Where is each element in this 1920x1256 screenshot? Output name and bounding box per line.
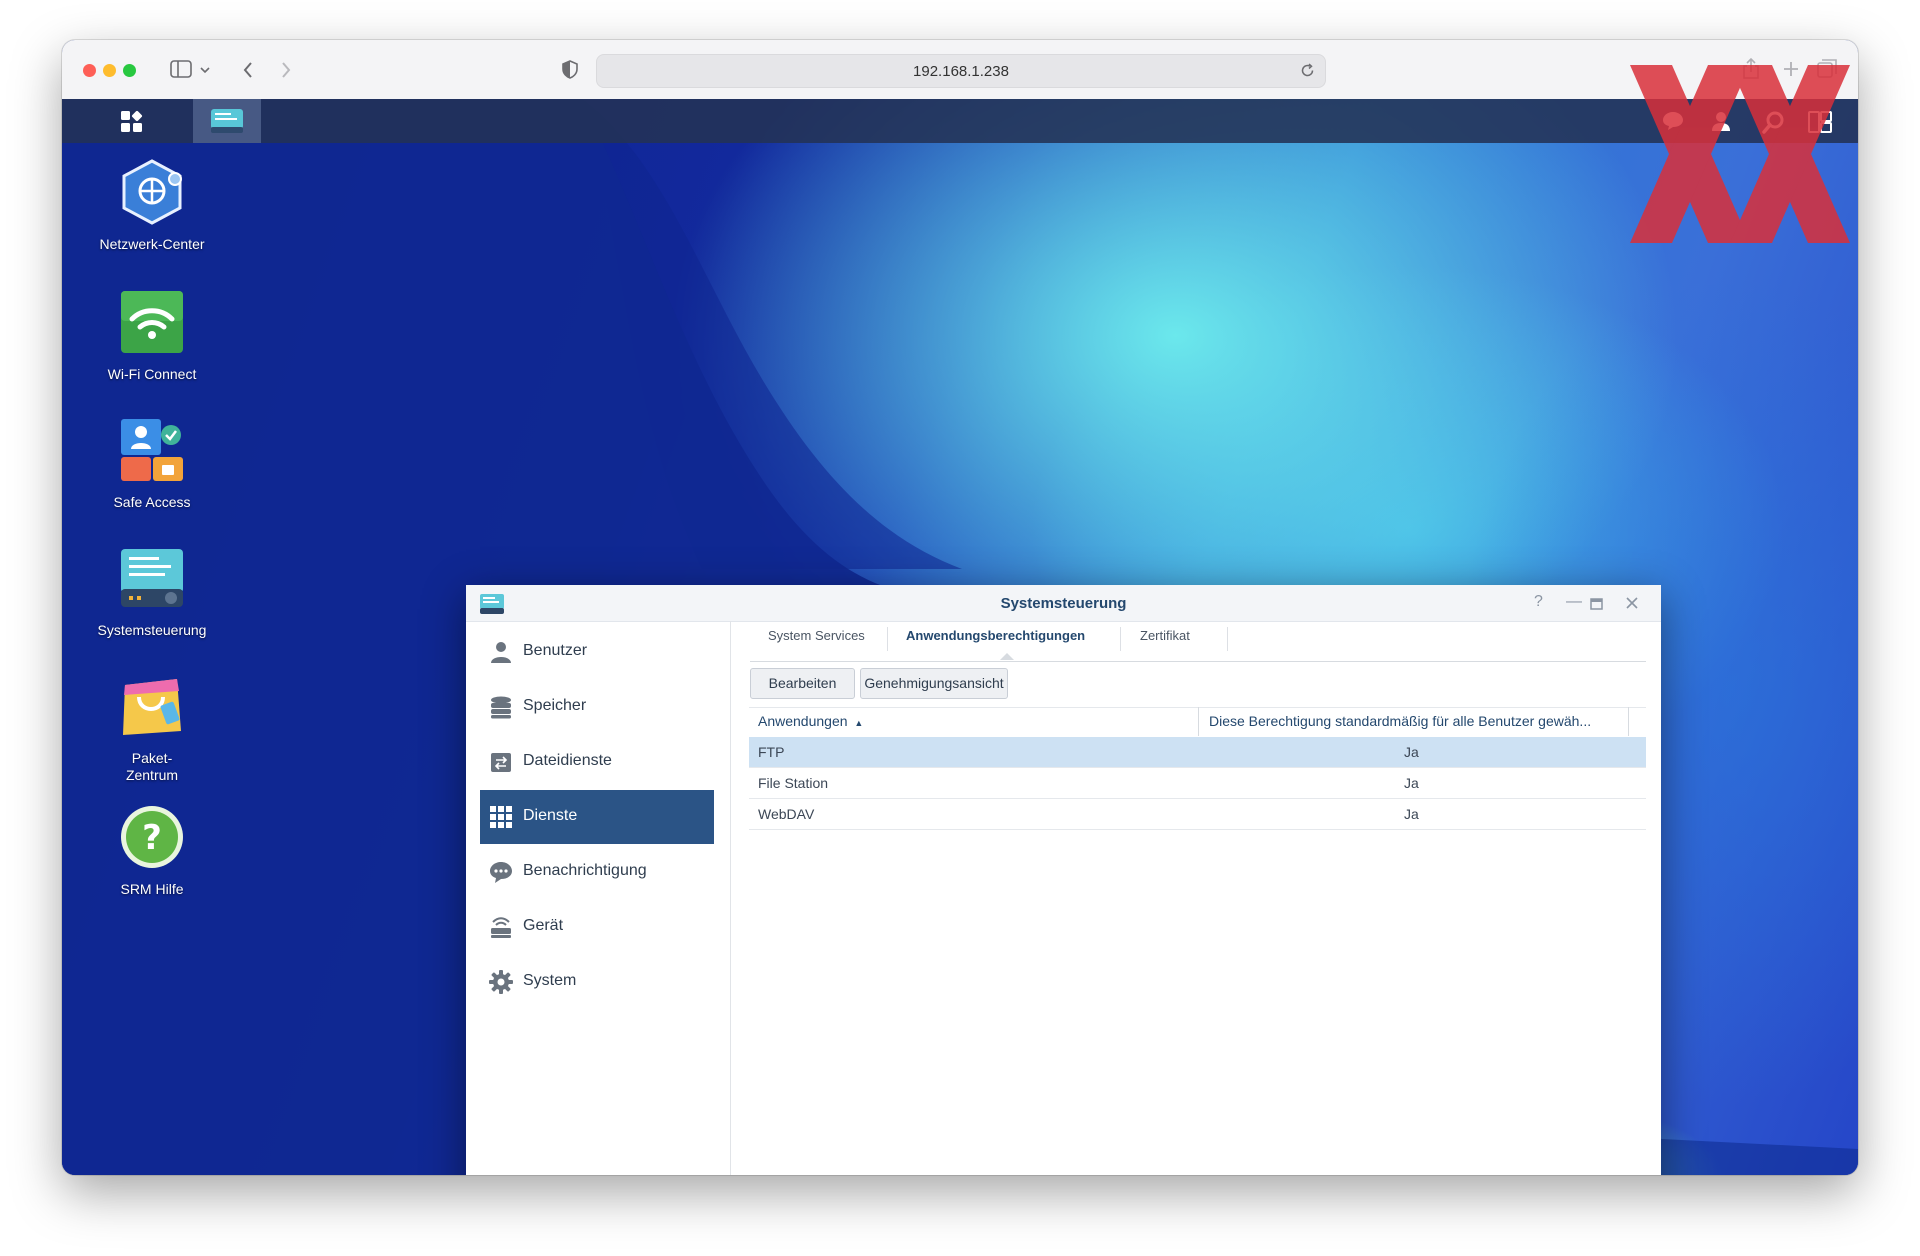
desktop-icon-safe-access[interactable]: Safe Access [87, 417, 217, 511]
sidebar-item-label: Benachrichtigung [523, 862, 647, 879]
control-panel-icon [121, 549, 183, 607]
tab-divider [1227, 627, 1228, 651]
gear-icon [489, 970, 513, 994]
desktop-icon-wifi-connect[interactable]: Wi-Fi Connect [87, 289, 217, 383]
sidebar-item-speicher[interactable]: Speicher [480, 680, 714, 734]
address-text: 192.168.1.238 [913, 63, 1009, 80]
zoom-window-button[interactable] [123, 64, 136, 77]
router-icon [491, 917, 511, 938]
column-divider [1198, 707, 1199, 736]
taskbar-systemsteuerung-button[interactable] [193, 99, 261, 143]
sidebar-item-dateidienste[interactable]: Dateidienste [480, 735, 714, 789]
sidebar-item-dienste[interactable]: Dienste [480, 790, 714, 844]
services-grid-icon [490, 806, 512, 828]
column-divider [1628, 707, 1629, 736]
tab-zertifikat[interactable]: Zertifikat [1122, 621, 1208, 660]
table-row[interactable]: WebDAV Ja [749, 799, 1646, 830]
tab-divider [1120, 627, 1121, 651]
edit-button[interactable]: Bearbeiten [750, 668, 855, 699]
sidebar-item-benutzer[interactable]: Benutzer [480, 625, 714, 679]
column-header-label: Anwendungen [758, 713, 848, 729]
systemsteuerung-window: Systemsteuerung ? — Benutzer Speicher Da… [466, 585, 1661, 1175]
wifi-icon [121, 291, 183, 353]
minimize-icon[interactable]: — [1566, 593, 1582, 611]
desktop-icon-label: Safe Access [113, 494, 191, 510]
desktop-icon-label: SRM Hilfe [120, 881, 184, 897]
watermark-logo [1630, 65, 1850, 243]
sort-ascending-icon: ▲ [854, 718, 864, 728]
column-header-anwendungen[interactable]: Anwendungen ▲ [758, 707, 863, 736]
desktop-icon-srm-hilfe[interactable]: ? SRM Hilfe [87, 804, 217, 898]
address-bar[interactable]: 192.168.1.238 [596, 54, 1326, 88]
sidebar-item-label: Dienste [523, 807, 578, 824]
browser-toolbar: 192.168.1.238 [62, 40, 1858, 100]
desktop: Netzwerk-Center Wi-Fi Connect Safe Acces… [62, 65, 1858, 1175]
control-panel-icon [211, 109, 243, 133]
cell-app: File Station [758, 775, 829, 791]
tab-anwendungsberechtigungen[interactable]: Anwendungsberechtigungen [888, 621, 1103, 660]
help-icon: ? [121, 806, 183, 868]
main-menu-button[interactable] [82, 99, 182, 143]
file-services-icon [491, 753, 511, 772]
desktop-icon-label: Systemsteuerung [97, 622, 207, 638]
desktop-icon-netzwerk-center[interactable]: Netzwerk-Center [87, 159, 217, 253]
desktop-icon-label: Paket- Zentrum [125, 750, 179, 783]
window-titlebar[interactable]: Systemsteuerung ? — [466, 585, 1661, 622]
package-center-icon [123, 679, 181, 735]
desktop-icon-systemsteuerung[interactable]: Systemsteuerung [87, 545, 217, 639]
desktop-icon-label: Wi-Fi Connect [107, 366, 197, 382]
browser-window: 192.168.1.238 Netzwerk-Center Wi-Fi Conn… [62, 40, 1858, 1175]
sidebar: Benutzer Speicher Dateidienste Dienste B… [466, 621, 731, 1175]
chevron-down-icon[interactable] [200, 66, 210, 74]
close-window-button[interactable] [83, 64, 96, 77]
sidebar-item-label: Speicher [523, 697, 587, 714]
sidebar-item-system[interactable]: System [480, 955, 714, 1009]
window-title: Systemsteuerung [1000, 595, 1127, 612]
close-icon[interactable] [1626, 597, 1638, 609]
forward-icon[interactable] [280, 61, 292, 79]
sidebar-item-geraet[interactable]: Gerät [480, 900, 714, 954]
cell-default: Ja [1404, 806, 1419, 822]
cell-default: Ja [1404, 775, 1419, 791]
cell-app: FTP [758, 744, 785, 760]
approval-view-button[interactable]: Genehmigungsansicht [860, 668, 1008, 699]
svg-text:?: ? [142, 818, 162, 858]
chat-bubble-icon [490, 862, 512, 883]
user-icon [491, 642, 511, 663]
sidebar-item-label: Dateidienste [523, 752, 612, 769]
apps-grid-icon [121, 110, 143, 132]
cell-app: WebDAV [758, 806, 815, 822]
sidebar-item-label: System [523, 972, 577, 989]
maximize-icon[interactable] [1590, 598, 1603, 610]
taskbar [62, 99, 1858, 143]
safe-access-icon [121, 419, 183, 481]
sidebar-item-label: Benutzer [523, 642, 588, 659]
table-row[interactable]: FTP Ja [749, 737, 1646, 768]
minimize-window-button[interactable] [103, 64, 116, 77]
desktop-icon-paket-zentrum[interactable]: Paket- Zentrum [87, 673, 217, 784]
storage-icon [491, 696, 511, 719]
sidebar-item-benachrichtigung[interactable]: Benachrichtigung [480, 845, 714, 899]
help-icon[interactable]: ? [1534, 593, 1543, 611]
active-tab-indicator [1000, 653, 1014, 660]
sidebar-toggle-icon[interactable] [170, 60, 192, 78]
tab-bar: System Services Anwendungsberechtigungen… [750, 621, 1646, 662]
cell-default: Ja [1404, 744, 1419, 760]
column-header-default[interactable]: Diese Berechtigung standardmäßig für all… [1209, 707, 1591, 736]
network-center-icon [122, 159, 182, 225]
tab-system-services[interactable]: System Services [750, 621, 883, 660]
desktop-icon-label: Netzwerk-Center [99, 236, 205, 252]
table-row[interactable]: File Station Ja [749, 768, 1646, 799]
reload-icon[interactable] [1300, 63, 1315, 78]
sidebar-item-label: Gerät [523, 917, 564, 934]
back-icon[interactable] [242, 61, 254, 79]
privacy-shield-icon[interactable] [562, 60, 578, 79]
